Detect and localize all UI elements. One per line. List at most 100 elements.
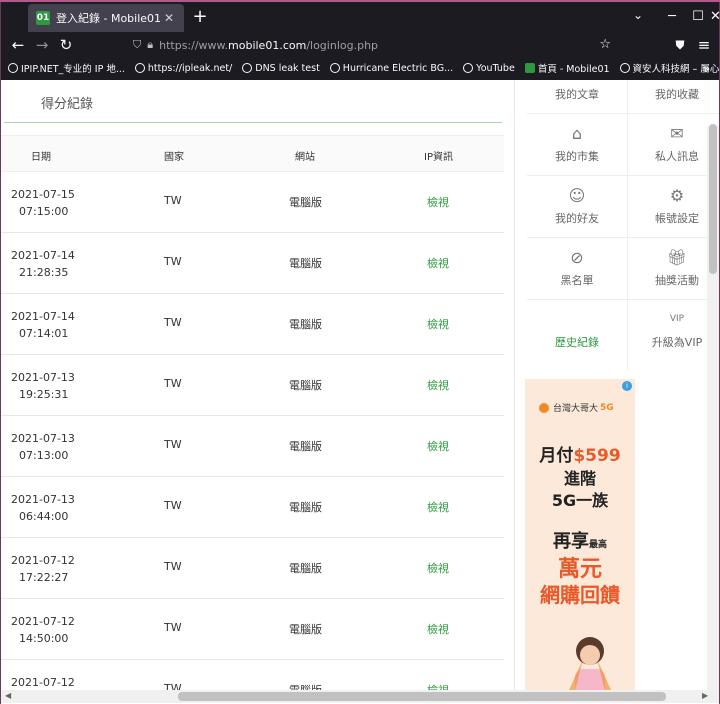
gear-icon: ⚙ — [669, 186, 685, 205]
table-row: 2021-07-13 06:44:00 TW 電腦版 檢視 — [1, 477, 504, 538]
url-bar[interactable]: ⛉ 🔒︎ https://www.mobile01.com/loginlog.p… — [127, 34, 619, 56]
back-button[interactable]: ← — [8, 35, 28, 55]
menu-item-label: 抽獎活動 — [655, 274, 699, 287]
site-cell: 電腦版 — [289, 318, 322, 331]
mobile01-favicon-icon — [524, 63, 535, 73]
table-row: 2021-07-12 TW 電腦版 檢視 — [1, 660, 504, 690]
date-cell: 2021-07-12 14:50:00 — [11, 615, 75, 645]
pocket-icon[interactable]: ⛊ — [670, 35, 690, 55]
table-header: 日期 國家 網站 IP資訊 — [1, 135, 504, 172]
list-tabs-icon[interactable]: ⌄ — [633, 8, 643, 22]
view-ip-link[interactable]: 檢視 — [427, 438, 449, 454]
site-cell: 電腦版 — [289, 501, 322, 514]
tracking-shield-icon[interactable]: ⛉ — [133, 38, 141, 52]
country-cell: TW — [164, 560, 182, 573]
view-ip-link[interactable]: 檢視 — [427, 560, 449, 576]
view-ip-link[interactable]: 檢視 — [427, 499, 449, 515]
menu-item-label: 升級為VIP — [651, 336, 703, 349]
menu-item-label: 私人訊息 — [655, 150, 699, 163]
ad-model-image — [569, 637, 611, 690]
scroll-right-icon[interactable]: ▶ — [702, 691, 708, 700]
close-window-button[interactable]: ✕ — [710, 6, 720, 28]
table-row: 2021-07-15 07:15:00 TW 電腦版 檢視 — [1, 172, 504, 233]
minimize-button[interactable]: ─ — [660, 6, 684, 28]
column-header-country: 國家 — [164, 152, 184, 163]
vip-icon: VIP — [669, 314, 685, 324]
close-tab-icon[interactable]: ✕ — [162, 11, 176, 25]
menu-item-label: 我的文章 — [555, 88, 599, 101]
country-cell: TW — [164, 682, 182, 690]
globe-icon — [463, 63, 474, 73]
vertical-scroll-thumb[interactable] — [709, 124, 717, 274]
ad-text: 5G一族 — [551, 491, 609, 510]
bookmark-item[interactable]: 首頁 - Mobile01 — [524, 61, 610, 75]
country-cell: TW — [164, 438, 182, 451]
date-cell: 2021-07-12 17:22:27 — [11, 554, 75, 584]
country-cell: TW — [164, 621, 182, 634]
sidebar-divider — [514, 80, 515, 690]
menu-item-messages[interactable]: ✉ 私人訊息 — [627, 114, 719, 176]
table-row: 2021-07-12 17:22:27 TW 電腦版 檢視 — [1, 538, 504, 599]
view-ip-link[interactable]: 檢視 — [427, 194, 449, 210]
globe-icon — [134, 63, 145, 73]
forward-button[interactable]: → — [32, 35, 52, 55]
ad-brand: 台灣大哥大 5G — [539, 401, 614, 414]
gift-icon: 🎁︎ — [666, 248, 688, 267]
bookmark-star-icon[interactable]: ☆ — [599, 37, 611, 52]
menu-item-label: 我的市集 — [555, 150, 599, 163]
site-cell: 電腦版 — [289, 562, 322, 575]
maximize-button[interactable]: ☐ — [686, 6, 710, 28]
reload-button[interactable]: ↻ — [56, 35, 76, 55]
view-ip-link[interactable]: 檢視 — [427, 621, 449, 637]
country-cell: TW — [164, 377, 182, 390]
friends-icon: ☺ — [568, 186, 586, 205]
date-cell: 2021-07-13 19:25:31 — [11, 371, 75, 401]
globe-icon — [8, 63, 18, 73]
date-cell: 2021-07-13 06:44:00 — [11, 493, 75, 523]
advertisement[interactable]: i 台灣大哥大 5G 月付$599 進階 5G一族 再享最高 萬元 網購回饋 — [525, 379, 635, 690]
menu-item-my-friends[interactable]: ☺ 我的好友 — [527, 176, 627, 238]
lock-icon[interactable]: 🔒︎ — [147, 38, 153, 52]
url-text: https://www.mobile01.com/loginlog.php — [159, 38, 379, 52]
bookmark-item[interactable]: https://ipleak.net/ — [134, 63, 232, 74]
bookmark-item[interactable]: IPIP.NET_专业的 IP 地... — [8, 61, 125, 75]
menu-icon[interactable]: ≡ — [694, 35, 714, 55]
new-tab-button[interactable]: + — [190, 8, 210, 28]
scroll-left-icon[interactable]: ◀ — [5, 691, 11, 700]
menu-item-upgrade-vip[interactable]: VIP 升級為VIP — [627, 300, 719, 362]
horizontal-scroll-thumb[interactable] — [178, 692, 666, 701]
bookmark-item[interactable]: DNS leak test — [242, 63, 320, 74]
view-ip-link[interactable]: 檢視 — [427, 255, 449, 271]
login-log-panel: 得分紀錄 日期 國家 網站 IP資訊 2021-07-15 07:15:00 TW… — [1, 80, 504, 690]
country-cell: TW — [164, 499, 182, 512]
menu-item-blacklist[interactable]: ⊘ 黑名單 — [527, 238, 627, 300]
table-row: 2021-07-14 07:14:01 TW 電腦版 檢視 — [1, 294, 504, 355]
menu-item-my-bookmarks[interactable]: 我的收藏 — [627, 80, 719, 114]
view-ip-link[interactable]: 檢視 — [427, 316, 449, 332]
table-row: 2021-07-14 21:28:35 TW 電腦版 檢視 — [1, 233, 504, 294]
store-icon: ⌂ — [571, 124, 583, 143]
ad-text: 再享最高 — [552, 531, 607, 552]
section-title: 得分紀錄 — [41, 97, 94, 112]
more-bookmarks-icon[interactable]: » — [703, 62, 710, 75]
view-ip-link[interactable]: 檢視 — [427, 377, 449, 393]
globe-icon — [242, 63, 253, 73]
menu-item-account-settings[interactable]: ⚙ 帳號設定 — [627, 176, 719, 238]
date-cell: 2021-07-13 07:13:00 — [11, 432, 75, 462]
menu-item-label: 我的收藏 — [655, 88, 699, 101]
bookmark-item[interactable]: YouTube — [463, 63, 515, 74]
menu-item-label: 帳號設定 — [655, 212, 699, 225]
menu-item-lottery[interactable]: 🎁︎ 抽獎活動 — [627, 238, 719, 300]
menu-item-history[interactable]: 歷史紀錄 — [527, 300, 627, 362]
view-ip-link[interactable]: 檢視 — [427, 682, 449, 690]
menu-item-my-articles[interactable]: 我的文章 — [527, 80, 627, 114]
browser-tab[interactable]: 01 登入紀錄 - Mobile01 ✕ — [28, 4, 184, 32]
table-row: 2021-07-13 07:13:00 TW 電腦版 檢視 — [1, 416, 504, 477]
menu-item-my-market[interactable]: ⌂ 我的市集 — [527, 114, 627, 176]
ad-text: 網購回饋 — [540, 583, 620, 607]
tab-bar: 01 登入紀錄 - Mobile01 ✕ + ⌄ ─ ☐ ✕ — [0, 2, 720, 32]
ad-info-icon[interactable]: i — [622, 381, 632, 391]
menu-item-label: 歷史紀錄 — [555, 336, 599, 349]
tab-title: 登入紀錄 - Mobile01 — [56, 12, 162, 25]
bookmark-item[interactable]: Hurricane Electric BG... — [329, 63, 453, 74]
